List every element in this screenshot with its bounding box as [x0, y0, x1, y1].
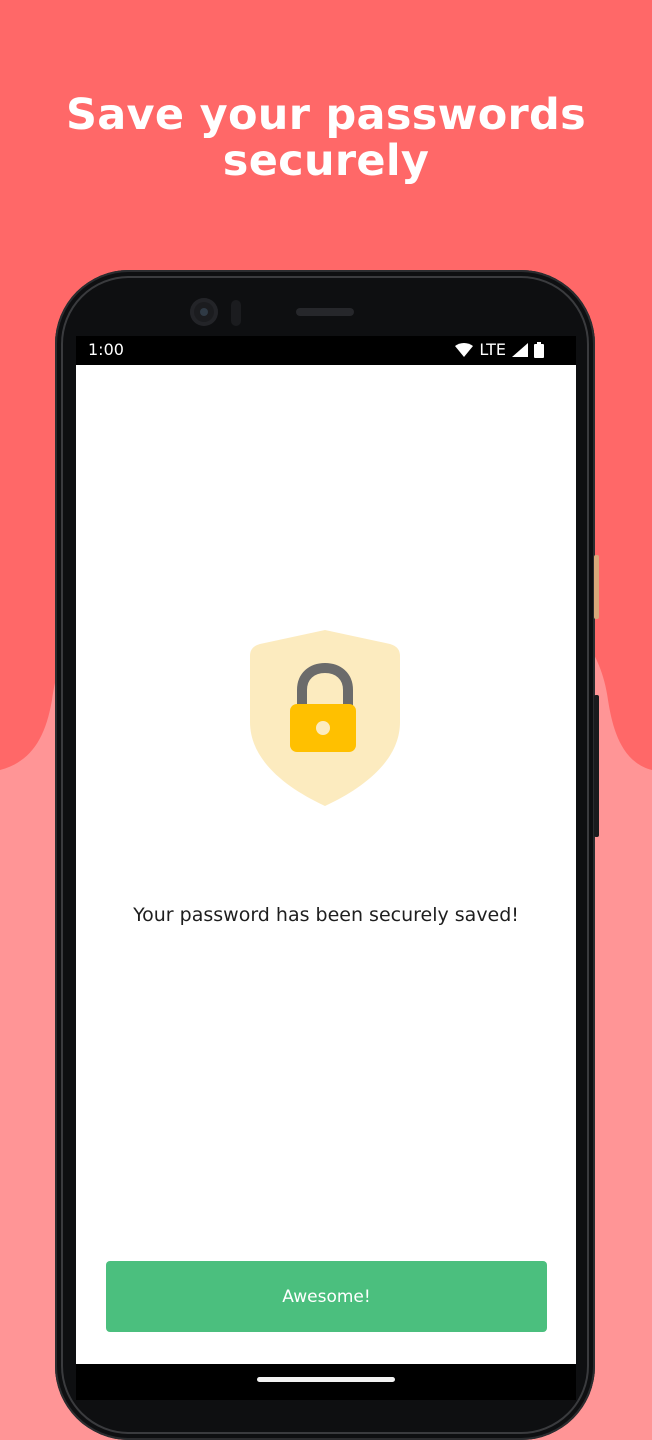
promo-headline-line1: Save your passwords — [65, 90, 587, 140]
phone-device-frame: 1:00 LTE Your password has been securely… — [55, 270, 599, 1440]
success-message: Your password has been securely saved! — [133, 904, 519, 926]
earpiece-speaker — [296, 308, 354, 316]
volume-button — [594, 695, 599, 837]
wifi-icon — [455, 342, 474, 357]
proximity-sensor — [231, 300, 241, 326]
home-indicator[interactable] — [257, 1377, 395, 1382]
shield-lock-icon — [250, 630, 400, 806]
power-button — [594, 555, 599, 619]
network-type-label: LTE — [479, 340, 506, 359]
promo-headline-line2: securely — [222, 136, 430, 186]
status-bar: 1:00 LTE — [76, 336, 576, 365]
cellular-signal-icon — [512, 342, 528, 357]
navigation-bar — [76, 1364, 576, 1400]
front-camera — [190, 298, 218, 326]
app-screen: 1:00 LTE Your password has been securely… — [76, 336, 576, 1390]
promo-headline: Save your passwords securely — [0, 92, 652, 184]
awesome-button[interactable]: Awesome! — [106, 1261, 547, 1332]
status-icons: LTE — [455, 340, 544, 359]
battery-icon — [534, 341, 544, 358]
status-time: 1:00 — [88, 340, 124, 359]
